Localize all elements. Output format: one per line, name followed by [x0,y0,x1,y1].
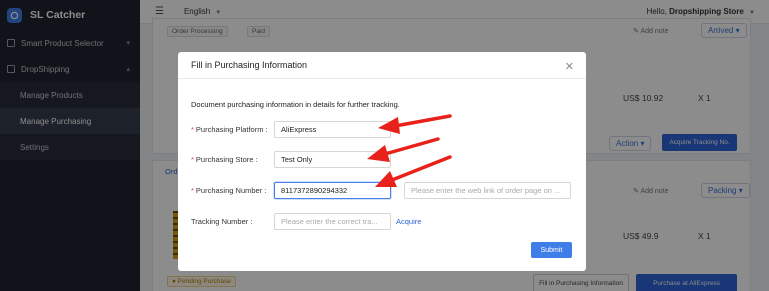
order-weblink-input[interactable]: Please enter the web link of order page … [404,181,571,199]
close-icon[interactable]: ✕ [565,60,574,73]
purchasing-store-input[interactable]: Test Only [274,150,391,168]
purchasing-number-input[interactable]: 8117372890294332 [274,181,391,199]
store-label: Purchasing Store [195,154,254,164]
number-row: * Purchasing Number : 8117372890294332 Pl… [191,181,571,199]
required-mark: * [191,124,194,134]
tracking-label: Tracking Number [191,216,249,226]
purchasing-platform-input[interactable]: AliExpress [274,120,391,138]
number-label: Purchasing Number [195,185,263,195]
platform-row: * Purchasing Platform : AliExpress [191,120,391,138]
dialog-description: Document purchasing information in detai… [191,100,400,109]
tracking-row: Tracking Number : Please enter the corre… [191,212,421,230]
required-mark: * [191,154,194,164]
submit-button[interactable]: Submit [531,242,572,258]
platform-label: Purchasing Platform [195,124,264,134]
tracking-number-input[interactable]: Please enter the correct tra... [274,212,391,230]
purchasing-info-dialog: Fill in Purchasing Information ✕ Documen… [178,52,586,271]
acquire-link[interactable]: Acquire [396,217,421,226]
dialog-title: Fill in Purchasing Information [178,52,586,79]
required-mark: * [191,185,194,195]
store-row: * Purchasing Store : Test Only [191,150,391,168]
